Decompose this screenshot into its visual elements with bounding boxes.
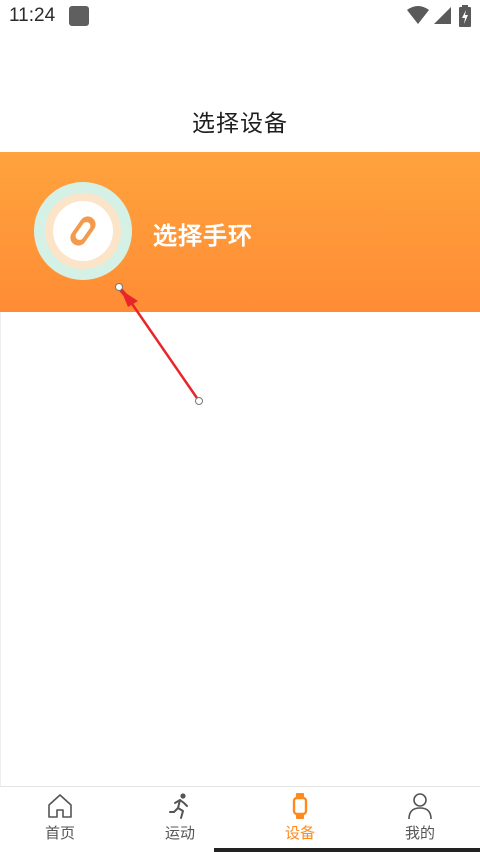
- device-ring: [45, 193, 121, 269]
- fitness-band-icon: [70, 216, 96, 246]
- status-time: 11:24: [9, 5, 56, 26]
- home-icon: [48, 794, 72, 818]
- running-icon: [169, 793, 188, 819]
- tab-sport-label: 运动: [164, 824, 195, 842]
- tab-sport[interactable]: 运动: [120, 787, 240, 849]
- select-device-banner[interactable]: 选择手环: [0, 152, 480, 312]
- status-bar: 11:24: [0, 0, 480, 32]
- bottom-nav: 首页 运动 设备 我的: [0, 786, 480, 848]
- page-title: 选择设备: [192, 111, 288, 137]
- person-icon: [408, 793, 432, 820]
- divider: [0, 312, 1, 786]
- signal-icon: [434, 7, 451, 24]
- band-icon: [292, 793, 308, 819]
- app-notification-icon: [69, 6, 89, 26]
- wifi-icon: [407, 6, 429, 24]
- battery-icon: [459, 5, 471, 27]
- device-inner: [53, 201, 113, 261]
- tab-home-label: 首页: [44, 824, 75, 842]
- select-band-label[interactable]: 选择手环: [153, 216, 253, 251]
- tab-mine[interactable]: 我的: [360, 787, 480, 849]
- select-band-button[interactable]: [34, 182, 132, 280]
- tab-mine-label: 我的: [404, 824, 435, 842]
- tab-device-label: 设备: [284, 824, 315, 842]
- home-indicator: [214, 848, 480, 852]
- tab-home[interactable]: 首页: [0, 787, 120, 849]
- tab-device[interactable]: 设备: [240, 787, 360, 849]
